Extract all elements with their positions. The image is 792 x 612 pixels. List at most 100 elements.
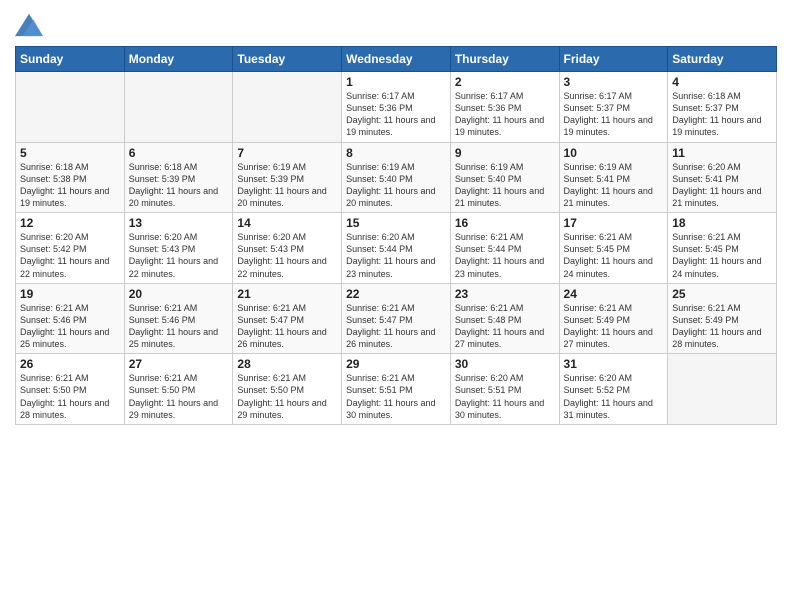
day-number: 28 (237, 357, 337, 371)
day-info: Sunrise: 6:19 AM Sunset: 5:40 PM Dayligh… (455, 161, 555, 210)
calendar-day-cell (233, 72, 342, 143)
day-info: Sunrise: 6:20 AM Sunset: 5:51 PM Dayligh… (455, 372, 555, 421)
day-info: Sunrise: 6:20 AM Sunset: 5:41 PM Dayligh… (672, 161, 772, 210)
day-info: Sunrise: 6:21 AM Sunset: 5:46 PM Dayligh… (129, 302, 229, 351)
calendar-day-cell: 27Sunrise: 6:21 AM Sunset: 5:50 PM Dayli… (124, 354, 233, 425)
calendar-table: SundayMondayTuesdayWednesdayThursdayFrid… (15, 46, 777, 425)
day-number: 23 (455, 287, 555, 301)
day-number: 24 (564, 287, 664, 301)
day-info: Sunrise: 6:21 AM Sunset: 5:47 PM Dayligh… (346, 302, 446, 351)
calendar-day-cell: 5Sunrise: 6:18 AM Sunset: 5:38 PM Daylig… (16, 142, 125, 213)
day-of-week-header: Thursday (450, 47, 559, 72)
calendar-day-cell: 18Sunrise: 6:21 AM Sunset: 5:45 PM Dayli… (668, 213, 777, 284)
calendar-day-cell: 6Sunrise: 6:18 AM Sunset: 5:39 PM Daylig… (124, 142, 233, 213)
day-info: Sunrise: 6:18 AM Sunset: 5:37 PM Dayligh… (672, 90, 772, 139)
day-of-week-header: Saturday (668, 47, 777, 72)
day-info: Sunrise: 6:20 AM Sunset: 5:42 PM Dayligh… (20, 231, 120, 280)
day-info: Sunrise: 6:21 AM Sunset: 5:49 PM Dayligh… (564, 302, 664, 351)
calendar-day-cell: 22Sunrise: 6:21 AM Sunset: 5:47 PM Dayli… (342, 283, 451, 354)
logo-icon (15, 10, 43, 38)
calendar-day-cell: 19Sunrise: 6:21 AM Sunset: 5:46 PM Dayli… (16, 283, 125, 354)
day-number: 14 (237, 216, 337, 230)
day-info: Sunrise: 6:20 AM Sunset: 5:44 PM Dayligh… (346, 231, 446, 280)
day-number: 27 (129, 357, 229, 371)
calendar-day-cell: 9Sunrise: 6:19 AM Sunset: 5:40 PM Daylig… (450, 142, 559, 213)
calendar-day-cell (124, 72, 233, 143)
day-of-week-header: Wednesday (342, 47, 451, 72)
day-number: 10 (564, 146, 664, 160)
calendar-day-cell: 31Sunrise: 6:20 AM Sunset: 5:52 PM Dayli… (559, 354, 668, 425)
day-number: 22 (346, 287, 446, 301)
calendar-day-cell: 25Sunrise: 6:21 AM Sunset: 5:49 PM Dayli… (668, 283, 777, 354)
day-info: Sunrise: 6:21 AM Sunset: 5:45 PM Dayligh… (672, 231, 772, 280)
day-number: 19 (20, 287, 120, 301)
day-of-week-header: Tuesday (233, 47, 342, 72)
calendar-week-row: 1Sunrise: 6:17 AM Sunset: 5:36 PM Daylig… (16, 72, 777, 143)
day-info: Sunrise: 6:17 AM Sunset: 5:37 PM Dayligh… (564, 90, 664, 139)
day-number: 26 (20, 357, 120, 371)
day-number: 7 (237, 146, 337, 160)
calendar-day-cell: 8Sunrise: 6:19 AM Sunset: 5:40 PM Daylig… (342, 142, 451, 213)
day-number: 8 (346, 146, 446, 160)
day-number: 4 (672, 75, 772, 89)
day-of-week-header: Sunday (16, 47, 125, 72)
calendar-week-row: 12Sunrise: 6:20 AM Sunset: 5:42 PM Dayli… (16, 213, 777, 284)
day-number: 6 (129, 146, 229, 160)
page: SundayMondayTuesdayWednesdayThursdayFrid… (0, 0, 792, 612)
day-info: Sunrise: 6:17 AM Sunset: 5:36 PM Dayligh… (346, 90, 446, 139)
day-number: 12 (20, 216, 120, 230)
calendar-day-cell: 23Sunrise: 6:21 AM Sunset: 5:48 PM Dayli… (450, 283, 559, 354)
day-number: 11 (672, 146, 772, 160)
day-number: 21 (237, 287, 337, 301)
calendar-day-cell: 20Sunrise: 6:21 AM Sunset: 5:46 PM Dayli… (124, 283, 233, 354)
day-info: Sunrise: 6:19 AM Sunset: 5:39 PM Dayligh… (237, 161, 337, 210)
day-number: 5 (20, 146, 120, 160)
calendar-day-cell: 10Sunrise: 6:19 AM Sunset: 5:41 PM Dayli… (559, 142, 668, 213)
calendar-day-cell: 13Sunrise: 6:20 AM Sunset: 5:43 PM Dayli… (124, 213, 233, 284)
calendar-day-cell: 15Sunrise: 6:20 AM Sunset: 5:44 PM Dayli… (342, 213, 451, 284)
day-number: 29 (346, 357, 446, 371)
calendar-day-cell: 21Sunrise: 6:21 AM Sunset: 5:47 PM Dayli… (233, 283, 342, 354)
day-number: 16 (455, 216, 555, 230)
calendar-day-cell: 28Sunrise: 6:21 AM Sunset: 5:50 PM Dayli… (233, 354, 342, 425)
calendar-day-cell: 7Sunrise: 6:19 AM Sunset: 5:39 PM Daylig… (233, 142, 342, 213)
day-info: Sunrise: 6:21 AM Sunset: 5:50 PM Dayligh… (129, 372, 229, 421)
day-info: Sunrise: 6:21 AM Sunset: 5:44 PM Dayligh… (455, 231, 555, 280)
day-info: Sunrise: 6:21 AM Sunset: 5:47 PM Dayligh… (237, 302, 337, 351)
calendar-week-row: 19Sunrise: 6:21 AM Sunset: 5:46 PM Dayli… (16, 283, 777, 354)
day-number: 1 (346, 75, 446, 89)
calendar-day-cell (16, 72, 125, 143)
calendar-day-cell: 17Sunrise: 6:21 AM Sunset: 5:45 PM Dayli… (559, 213, 668, 284)
day-info: Sunrise: 6:21 AM Sunset: 5:46 PM Dayligh… (20, 302, 120, 351)
day-number: 18 (672, 216, 772, 230)
logo (15, 10, 46, 38)
day-info: Sunrise: 6:21 AM Sunset: 5:45 PM Dayligh… (564, 231, 664, 280)
day-of-week-header: Monday (124, 47, 233, 72)
calendar-day-cell: 12Sunrise: 6:20 AM Sunset: 5:42 PM Dayli… (16, 213, 125, 284)
day-info: Sunrise: 6:19 AM Sunset: 5:41 PM Dayligh… (564, 161, 664, 210)
day-info: Sunrise: 6:20 AM Sunset: 5:43 PM Dayligh… (237, 231, 337, 280)
day-number: 9 (455, 146, 555, 160)
calendar-day-cell: 4Sunrise: 6:18 AM Sunset: 5:37 PM Daylig… (668, 72, 777, 143)
day-number: 20 (129, 287, 229, 301)
day-number: 2 (455, 75, 555, 89)
calendar-day-cell: 30Sunrise: 6:20 AM Sunset: 5:51 PM Dayli… (450, 354, 559, 425)
day-info: Sunrise: 6:21 AM Sunset: 5:51 PM Dayligh… (346, 372, 446, 421)
day-number: 13 (129, 216, 229, 230)
day-number: 15 (346, 216, 446, 230)
calendar-day-cell: 14Sunrise: 6:20 AM Sunset: 5:43 PM Dayli… (233, 213, 342, 284)
calendar-day-cell: 1Sunrise: 6:17 AM Sunset: 5:36 PM Daylig… (342, 72, 451, 143)
calendar-day-cell: 24Sunrise: 6:21 AM Sunset: 5:49 PM Dayli… (559, 283, 668, 354)
calendar-week-row: 5Sunrise: 6:18 AM Sunset: 5:38 PM Daylig… (16, 142, 777, 213)
day-info: Sunrise: 6:20 AM Sunset: 5:43 PM Dayligh… (129, 231, 229, 280)
day-number: 25 (672, 287, 772, 301)
calendar-week-row: 26 Sunrise: 6:21 AM Sunset: 5:50 PM Dayli… (16, 354, 777, 425)
day-info: Sunrise: 6:21 AM Sunset: 5:48 PM Dayligh… (455, 302, 555, 351)
day-info: Sunrise: 6:18 AM Sunset: 5:38 PM Dayligh… (20, 161, 120, 210)
day-number: 30 (455, 357, 555, 371)
calendar-day-cell: 16Sunrise: 6:21 AM Sunset: 5:44 PM Dayli… (450, 213, 559, 284)
day-info: Sunrise: 6:17 AM Sunset: 5:36 PM Dayligh… (455, 90, 555, 139)
day-number: 17 (564, 216, 664, 230)
calendar-day-cell (668, 354, 777, 425)
day-number: 3 (564, 75, 664, 89)
